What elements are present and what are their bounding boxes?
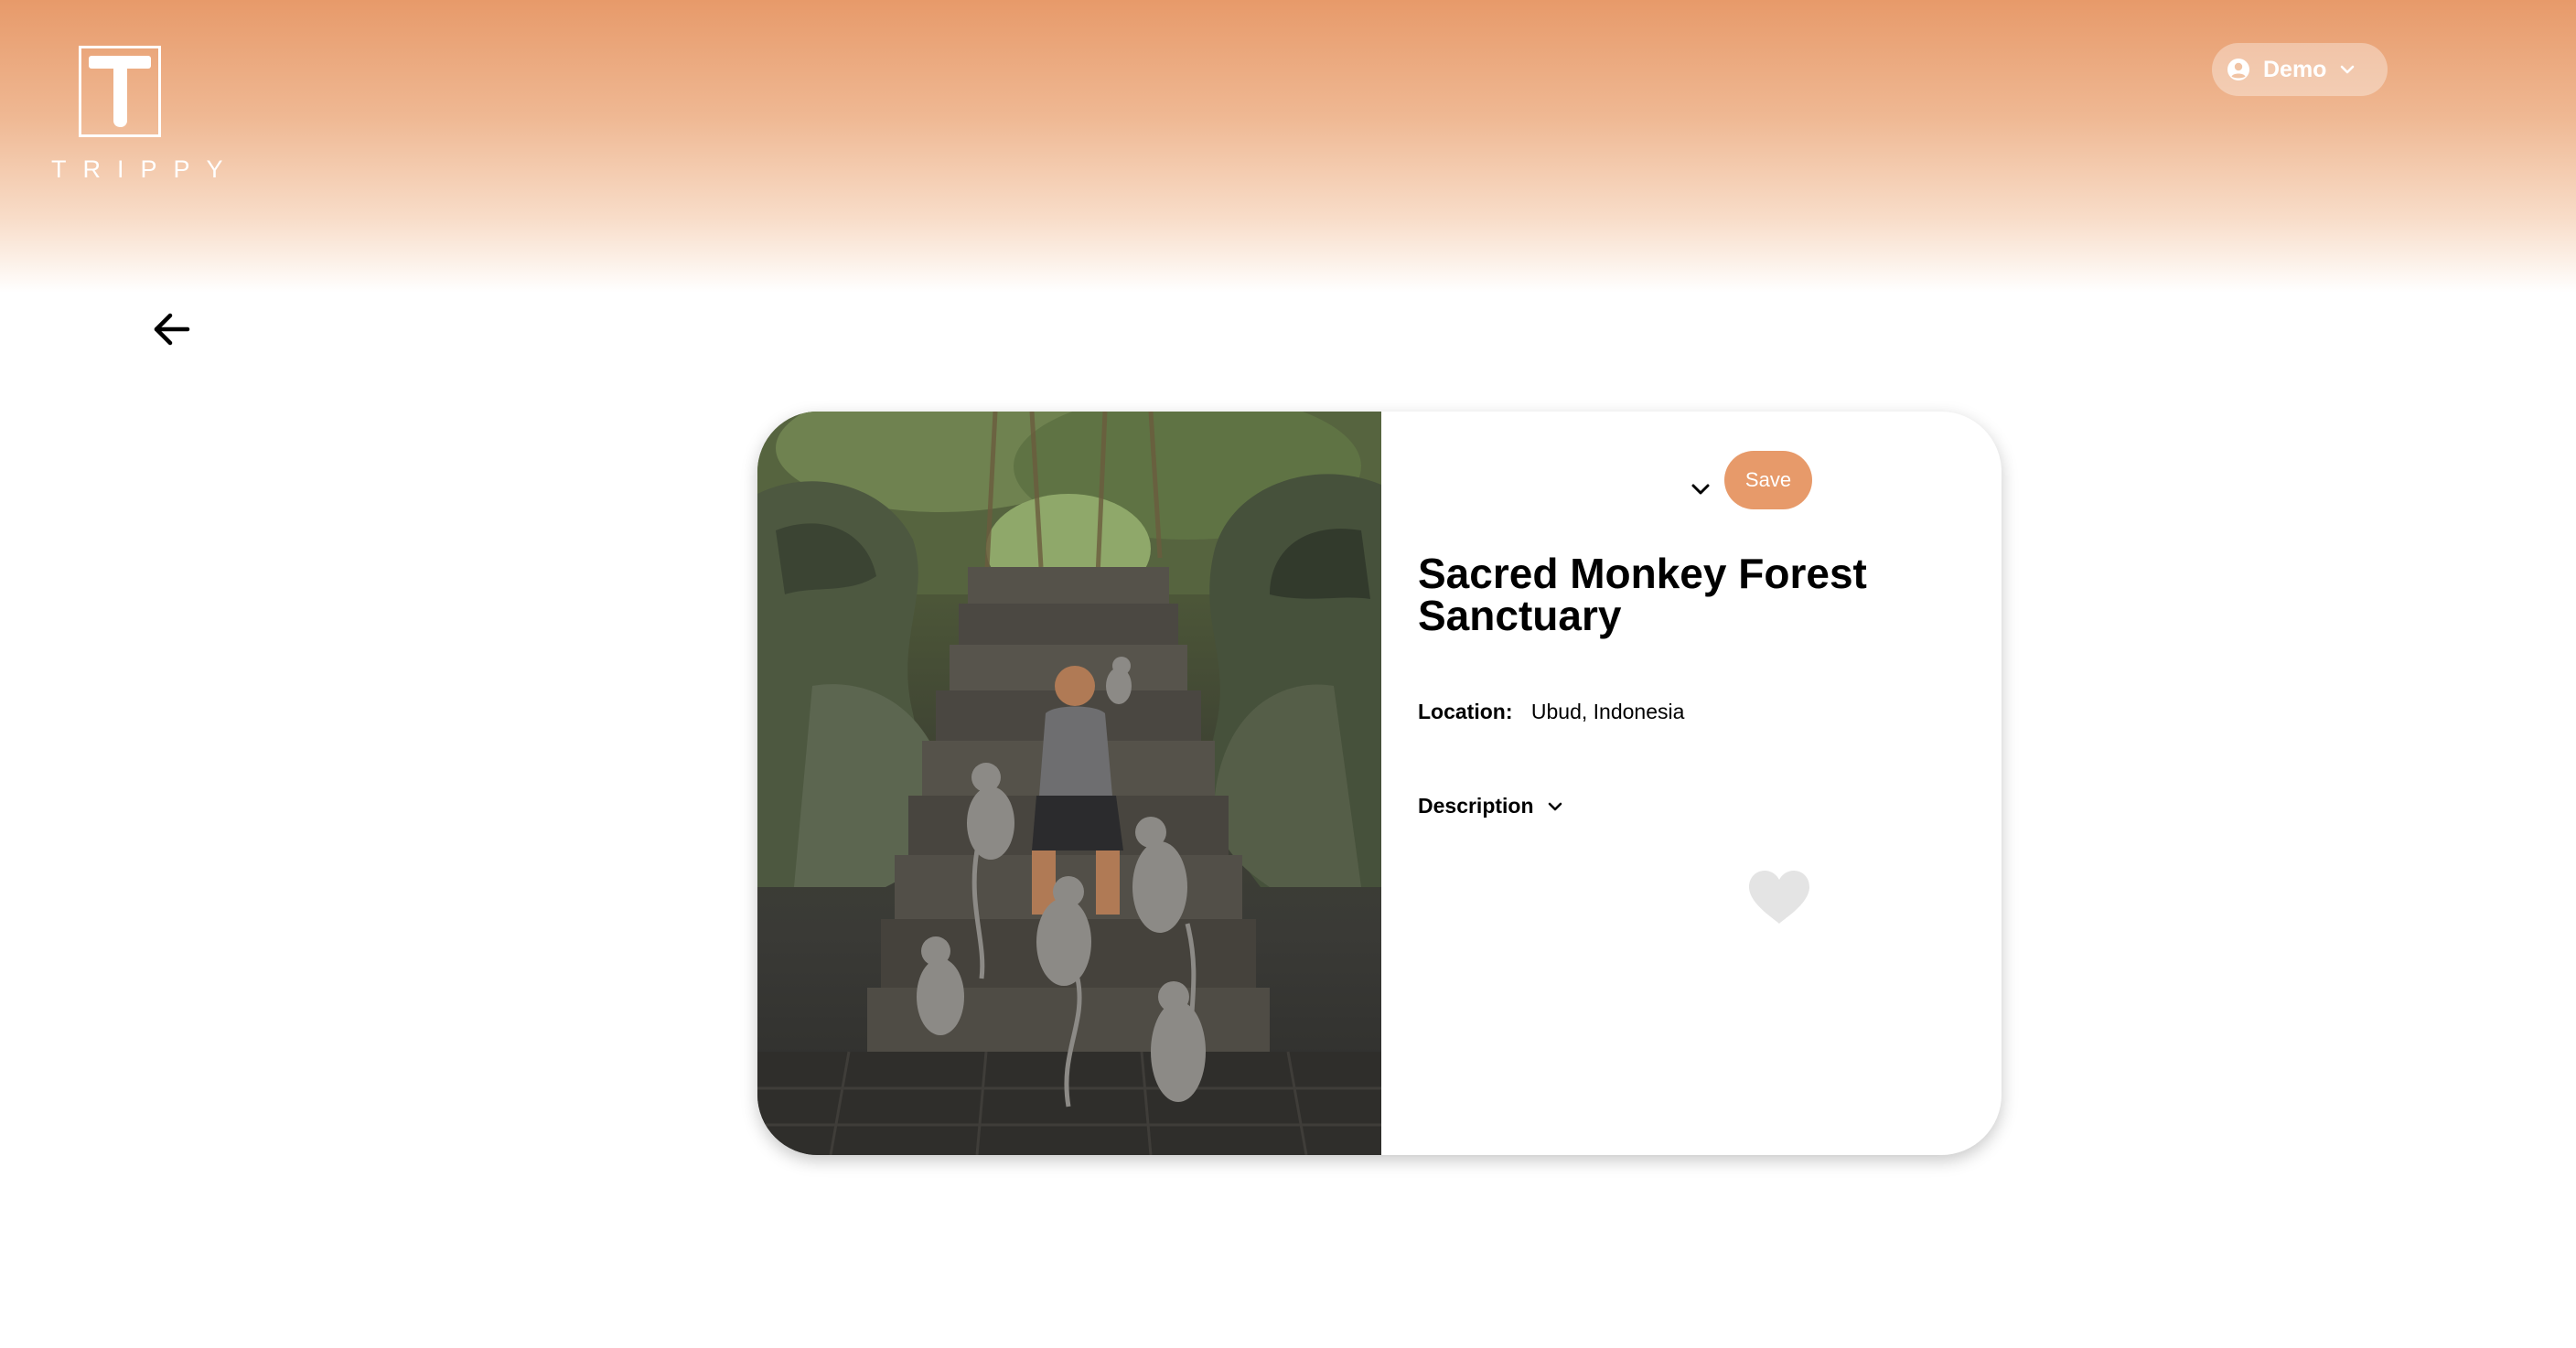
save-button[interactable]: Save [1724,451,1812,509]
logo-mark [79,46,161,137]
location-row: Location: Ubud, Indonesia [1418,700,1684,724]
location-value: Ubud, Indonesia [1530,700,1685,723]
description-label: Description [1418,794,1534,818]
place-title: Sacred Monkey Forest Sanctuary [1418,550,1867,639]
user-circle-icon [2227,59,2249,80]
chevron-down-icon [2341,65,2355,74]
chevron-down-icon [1548,802,1562,810]
trippy-logo[interactable]: TRIPPY [42,46,240,183]
place-details: Save Sacred Monkey Forest Sanctuary Loca… [1381,412,2002,1155]
heart-icon[interactable] [1747,869,1811,925]
user-menu-button[interactable]: Demo [2212,43,2388,96]
back-arrow-icon[interactable] [152,311,190,348]
user-menu-label: Demo [2263,56,2327,82]
logo-text: TRIPPY [51,155,240,183]
location-label: Location: [1418,700,1513,723]
place-photo [757,412,1381,1155]
chevron-down-icon[interactable] [1687,476,1714,503]
header: TRIPPY Demo [0,0,2576,293]
description-toggle[interactable]: Description [1418,794,1565,818]
place-card: Save Sacred Monkey Forest Sanctuary Loca… [757,412,2002,1155]
